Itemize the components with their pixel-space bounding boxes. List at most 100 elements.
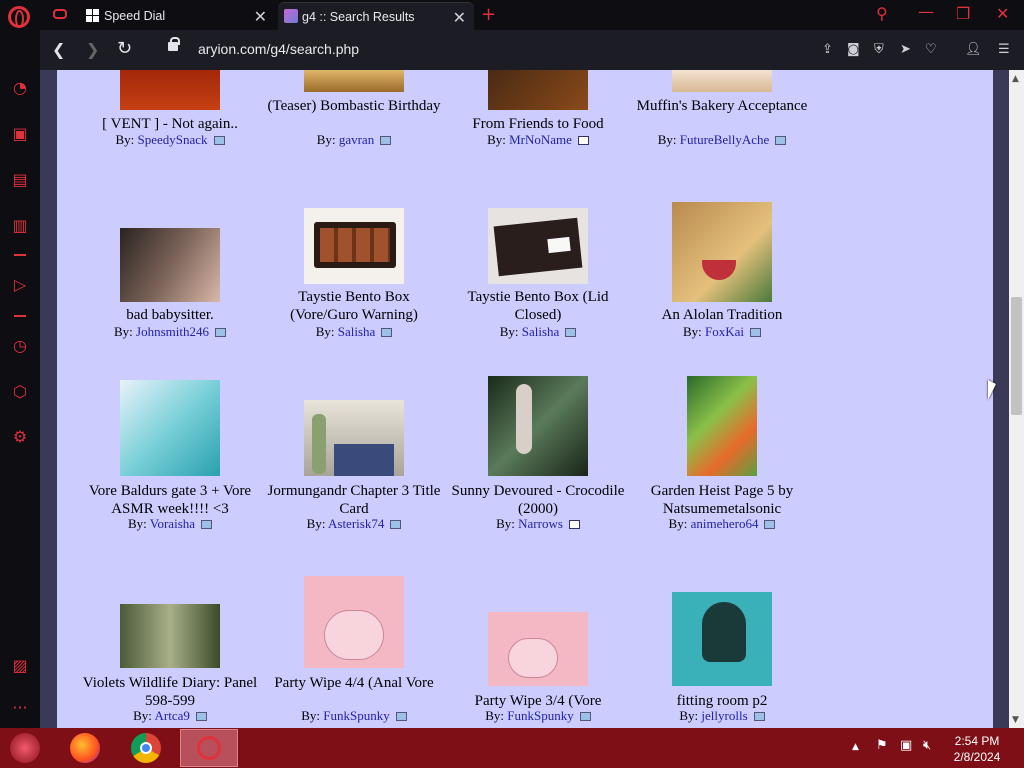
thumbnail[interactable] bbox=[488, 208, 588, 284]
gallery-item[interactable]: Sunny Devoured - Crocodile (2000) By: Na… bbox=[448, 376, 628, 536]
gx-control-icon[interactable]: ▥ bbox=[10, 216, 30, 236]
search-tabs-icon[interactable]: ⚲ bbox=[876, 4, 888, 23]
new-tab-plus-icon[interactable]: + bbox=[481, 4, 496, 25]
cube-icon[interactable]: ⬡ bbox=[10, 382, 30, 402]
camera-icon[interactable]: ◙ bbox=[847, 42, 860, 57]
thumbnail[interactable] bbox=[672, 592, 772, 686]
speedometer-icon[interactable]: ◔ bbox=[10, 78, 30, 98]
close-icon[interactable]: ✕ bbox=[453, 8, 466, 27]
author-link[interactable]: Johnsmith246 bbox=[136, 324, 209, 339]
history-icon[interactable]: ◷ bbox=[10, 336, 30, 356]
item-title[interactable]: Vore Baldurs gate 3 + Vore ASMR week!!!!… bbox=[80, 482, 260, 518]
gallery-item[interactable]: Jormungandr Chapter 3 Title Card By: Ast… bbox=[264, 376, 444, 536]
restore-icon[interactable]: ❐ bbox=[956, 4, 970, 23]
thumbnail[interactable] bbox=[120, 70, 220, 110]
reload-icon[interactable]: ↻ bbox=[117, 38, 132, 59]
url-field[interactable]: aryion.com/g4/search.php bbox=[198, 41, 359, 57]
gallery-item[interactable]: fitting room p2 By: jellyrolls bbox=[632, 568, 812, 728]
thumbnail[interactable] bbox=[304, 208, 404, 284]
gallery-item[interactable]: Taystie Bento Box (Vore/Guro Warning) By… bbox=[264, 200, 444, 340]
adblock-shield-icon[interactable]: ⛨ bbox=[874, 42, 884, 57]
gallery-item[interactable]: Muffin's Bakery Acceptance By: FutureBel… bbox=[632, 70, 812, 160]
thumbnail[interactable] bbox=[304, 576, 404, 668]
item-title[interactable]: Violets Wildlife Diary: Panel 598-599 bbox=[80, 674, 260, 710]
twitch-icon[interactable]: ▤ bbox=[10, 170, 30, 190]
thumbnail[interactable] bbox=[687, 376, 757, 476]
thumbnail[interactable] bbox=[120, 380, 220, 476]
gallery-item[interactable]: An Alolan Tradition By: FoxKai bbox=[632, 200, 812, 340]
item-title[interactable]: Sunny Devoured - Crocodile (2000) bbox=[448, 482, 628, 518]
thumbnail[interactable] bbox=[488, 376, 588, 476]
item-title[interactable]: An Alolan Tradition bbox=[632, 306, 812, 324]
more-icon[interactable]: ··· bbox=[10, 698, 30, 718]
thumbnail[interactable] bbox=[488, 612, 588, 686]
gallery-icon[interactable]: ▨ bbox=[10, 656, 30, 676]
author-link[interactable]: Asterisk74 bbox=[328, 516, 384, 531]
item-title[interactable]: Muffin's Bakery Acceptance bbox=[632, 97, 812, 115]
heart-icon[interactable]: ♡ bbox=[925, 42, 937, 57]
gaming-controller-icon[interactable] bbox=[53, 9, 67, 19]
item-title[interactable]: [ VENT ] - Not again.. bbox=[80, 115, 260, 133]
gallery-item[interactable]: Taystie Bento Box (Lid Closed) By: Salis… bbox=[448, 200, 628, 340]
taskbar-clock[interactable]: 2:54 PM 2/8/2024 bbox=[942, 733, 1012, 765]
gallery-item[interactable]: Party Wipe 3/4 (Vore By: FunkSpunky bbox=[448, 568, 628, 728]
share-icon[interactable]: ⇪ bbox=[822, 42, 833, 57]
gallery-item[interactable]: Party Wipe 4/4 (Anal Vore By: FunkSpunky bbox=[264, 568, 444, 728]
gallery-item[interactable]: bad babysitter. By: Johnsmith246 bbox=[80, 200, 260, 340]
item-title[interactable]: bad babysitter. bbox=[80, 306, 260, 324]
close-icon[interactable]: ✕ bbox=[254, 7, 267, 26]
gallery-item[interactable]: Vore Baldurs gate 3 + Vore ASMR week!!!!… bbox=[80, 376, 260, 536]
tray-expand-icon[interactable]: ▲ bbox=[852, 742, 859, 752]
volume-muted-icon[interactable]: 🔇︎ bbox=[923, 738, 931, 753]
opera-menu-icon[interactable] bbox=[8, 6, 30, 28]
item-title[interactable]: Party Wipe 4/4 (Anal Vore bbox=[264, 674, 444, 692]
thumbnail[interactable] bbox=[672, 70, 772, 92]
easy-setup-icon[interactable]: ☰ bbox=[998, 42, 1010, 57]
author-link[interactable]: animehero64 bbox=[691, 516, 759, 531]
scroll-thumb[interactable] bbox=[1011, 297, 1022, 415]
firefox-icon[interactable] bbox=[70, 733, 100, 763]
back-icon[interactable]: ❮ bbox=[52, 40, 65, 59]
thumbnail[interactable] bbox=[120, 228, 220, 302]
minimize-icon[interactable]: — bbox=[918, 2, 934, 21]
send-icon[interactable]: ➤ bbox=[900, 42, 911, 57]
close-window-icon[interactable]: ✕ bbox=[996, 4, 1009, 23]
author-link[interactable]: MrNoName bbox=[509, 132, 572, 147]
tab-speed-dial[interactable]: Speed Dial ✕ bbox=[80, 2, 275, 30]
flag-icon[interactable]: ⚑ bbox=[876, 738, 888, 753]
gallery-item[interactable]: Violets Wildlife Diary: Panel 598-599 By… bbox=[80, 568, 260, 728]
author-link[interactable]: FutureBellyAche bbox=[680, 132, 770, 147]
item-title[interactable]: Taystie Bento Box (Vore/Guro Warning) bbox=[264, 288, 444, 324]
vertical-scrollbar[interactable]: ▲ ▼ bbox=[1009, 70, 1024, 728]
profile-icon[interactable]: 👤︎ bbox=[965, 42, 982, 57]
item-title[interactable]: From Friends to Food bbox=[448, 115, 628, 133]
tab-search-results[interactable]: g4 :: Search Results ✕ bbox=[278, 2, 474, 30]
author-link[interactable]: FunkSpunky bbox=[323, 708, 389, 723]
author-link[interactable]: Salisha bbox=[522, 324, 560, 339]
scroll-up-icon[interactable]: ▲ bbox=[1012, 74, 1019, 84]
thumbnail[interactable] bbox=[672, 202, 772, 302]
lock-icon[interactable] bbox=[168, 37, 180, 51]
thumbnail[interactable] bbox=[120, 604, 220, 668]
item-title[interactable]: Jormungandr Chapter 3 Title Card bbox=[264, 482, 444, 518]
chrome-icon[interactable] bbox=[131, 733, 161, 763]
author-link[interactable]: Voraisha bbox=[150, 516, 195, 531]
thumbnail[interactable] bbox=[304, 70, 404, 92]
gallery-item[interactable]: (Teaser) Bombastic Birthday By: gavran bbox=[264, 70, 444, 160]
author-link[interactable]: Narrows bbox=[518, 516, 563, 531]
player-icon[interactable]: ▷ bbox=[10, 275, 30, 295]
scroll-down-icon[interactable]: ▼ bbox=[1012, 715, 1019, 725]
item-title[interactable]: (Teaser) Bombastic Birthday bbox=[264, 97, 444, 115]
item-title[interactable]: Taystie Bento Box (Lid Closed) bbox=[448, 288, 628, 324]
network-icon[interactable]: ▣ bbox=[900, 738, 912, 753]
author-link[interactable]: SpeedySnack bbox=[138, 132, 208, 147]
briefcase-icon[interactable]: ▣ bbox=[10, 124, 30, 144]
author-link[interactable]: FunkSpunky bbox=[507, 708, 573, 723]
gallery-item[interactable]: Garden Heist Page 5 by Natsumemetalsonic… bbox=[632, 376, 812, 536]
gallery-item[interactable]: From Friends to Food By: MrNoName bbox=[448, 70, 628, 160]
thumbnail[interactable] bbox=[488, 70, 588, 110]
settings-gear-icon[interactable]: ⚙ bbox=[10, 427, 30, 447]
author-link[interactable]: jellyrolls bbox=[701, 708, 747, 723]
forward-icon[interactable]: ❯ bbox=[86, 40, 99, 59]
author-link[interactable]: Salisha bbox=[338, 324, 376, 339]
